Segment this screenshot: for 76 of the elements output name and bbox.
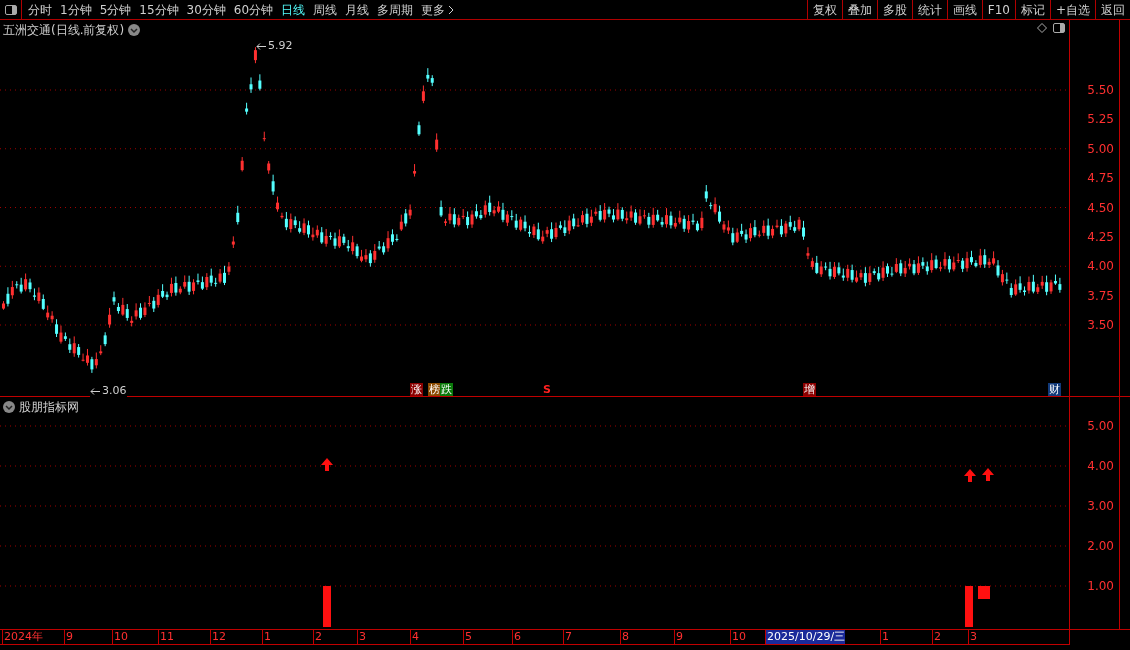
axis-label: 4.00: [1087, 259, 1114, 274]
signal-bar: [978, 586, 990, 599]
date-label: 5: [463, 630, 472, 644]
arrow-icon: [321, 458, 333, 471]
period-tab[interactable]: 分时: [28, 0, 52, 19]
axis-label: 3.75: [1087, 288, 1114, 303]
signal-bar: [323, 586, 331, 627]
event-badge[interactable]: 涨: [410, 383, 423, 396]
chart-title: 五洲交通(日线.前复权): [3, 22, 125, 39]
diamond-icon[interactable]: [1037, 23, 1047, 33]
toolbar-button[interactable]: 叠加: [841, 0, 877, 19]
arrow-icon: [964, 469, 976, 482]
more-button[interactable]: 更多: [421, 0, 455, 19]
period-tab[interactable]: 日线: [281, 0, 306, 19]
date-label: 2: [313, 630, 322, 644]
toolbar-button[interactable]: 画线: [946, 0, 982, 19]
toolbar-button[interactable]: 返回: [1095, 0, 1130, 19]
leader-line: [256, 42, 266, 50]
date-label: 3: [357, 630, 366, 644]
date-label: 6: [512, 630, 521, 644]
indicator-title: 股朋指标网: [19, 399, 79, 416]
axis-label: 1.00: [1087, 579, 1114, 593]
chevron-down-icon[interactable]: [3, 401, 15, 413]
date-label: 9: [674, 630, 683, 644]
arrow-icon: [982, 468, 994, 481]
date-label: 2024年: [2, 630, 43, 644]
event-badge[interactable]: 增: [803, 383, 816, 396]
axis-label: 4.50: [1087, 200, 1114, 215]
date-label: 1: [880, 630, 889, 644]
event-badge[interactable]: 跌: [440, 383, 453, 396]
toolbar-button[interactable]: +自选: [1049, 0, 1095, 19]
date-label: 2025/10/29/三: [765, 630, 846, 644]
period-tab[interactable]: 1分钟: [60, 0, 92, 19]
date-label: 11: [158, 630, 174, 644]
date-label: 1: [262, 630, 271, 644]
leader-line: [90, 387, 100, 395]
event-badge[interactable]: 财: [1048, 383, 1061, 396]
signal-bar: [965, 586, 973, 627]
date-label: 2: [932, 630, 941, 644]
period-tab[interactable]: 15分钟: [139, 0, 179, 19]
date-label: 4: [410, 630, 419, 644]
date-label: 7: [563, 630, 572, 644]
axis-label: 5.00: [1087, 141, 1114, 156]
low-price-label: 3.06: [102, 385, 127, 397]
date-label: 9: [64, 630, 73, 644]
date-label: 10: [730, 630, 746, 644]
toolbar-button[interactable]: 多股: [876, 0, 912, 19]
axis-label: 4.75: [1087, 171, 1114, 186]
axis-label: 5.50: [1087, 83, 1114, 97]
period-tab[interactable]: 周线: [313, 0, 338, 19]
date-label: 12: [210, 630, 226, 644]
period-tab[interactable]: 月线: [345, 0, 370, 19]
axis-label: 5.25: [1087, 112, 1114, 127]
toolbar-button[interactable]: 标记: [1014, 0, 1050, 19]
period-tab[interactable]: 30分钟: [186, 0, 226, 19]
period-tab[interactable]: 5分钟: [99, 0, 132, 19]
toolbar-button[interactable]: 复权: [806, 0, 842, 19]
period-tab[interactable]: 60分钟: [233, 0, 274, 19]
axis-label: 4.00: [1087, 459, 1114, 473]
event-marker[interactable]: S: [543, 383, 551, 396]
toolbar-button[interactable]: F10: [981, 0, 1015, 19]
chevron-down-icon[interactable]: [128, 24, 141, 36]
axis-label: 2.00: [1087, 539, 1114, 553]
panel-toggle-icon[interactable]: [1053, 23, 1065, 33]
date-label: 8: [620, 630, 629, 644]
date-label: 10: [112, 630, 128, 644]
axis-label: 3.50: [1087, 318, 1114, 333]
high-price-label: 5.92: [268, 38, 293, 54]
date-label: 3: [968, 630, 977, 644]
toolbar-button[interactable]: 统计: [911, 0, 947, 19]
axis-label: 5.00: [1087, 419, 1114, 433]
axis-label: 4.25: [1087, 230, 1114, 244]
chevron-right-icon: [448, 4, 455, 15]
panel-toggle-icon[interactable]: [4, 4, 17, 15]
period-tab[interactable]: 多周期: [377, 0, 414, 19]
axis-label: 3.00: [1087, 499, 1114, 513]
